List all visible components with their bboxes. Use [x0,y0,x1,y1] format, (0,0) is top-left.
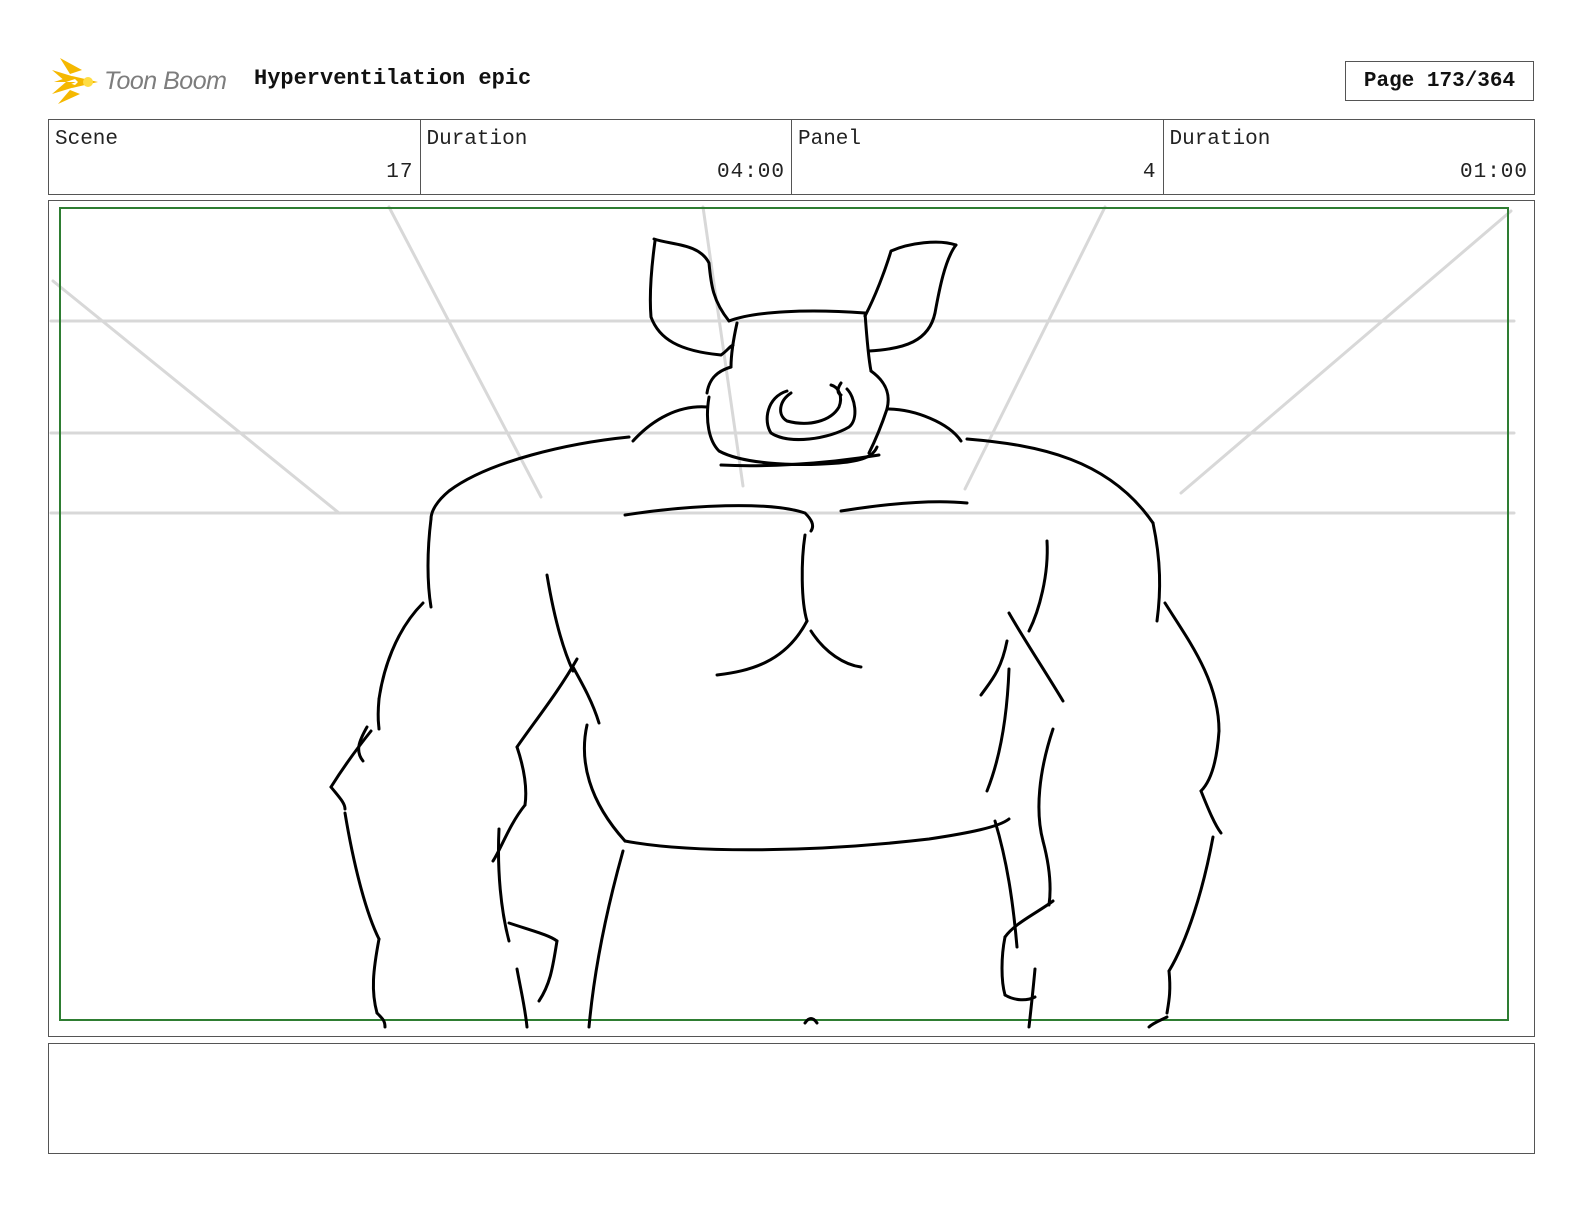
panel-value: 4 [1142,161,1157,184]
perspective-guides [49,205,1516,515]
toon-boom-logo: Toon Boom [52,56,238,106]
storyboard-panel [48,200,1535,1037]
logo-text: Toon Boom [104,66,227,95]
minotaur-sketch [329,237,1223,1029]
starburst-icon [52,58,98,104]
panel-duration-label: Duration [1169,128,1271,151]
scene-duration-value: 04:00 [716,161,785,184]
panel-cell: Panel 4 [792,120,1164,194]
page-indicator: Page 173/364 [1345,61,1534,101]
safe-frame [59,207,1509,1021]
scene-value: 17 [386,161,414,184]
scene-duration-cell: Duration 04:00 [421,120,792,194]
scene-cell: Scene 17 [49,120,421,194]
page-label: Page 173/364 [1363,69,1516,93]
panel-duration-value: 01:00 [1459,161,1528,184]
panel-sketch [49,205,1516,1029]
project-title: Hyperventilation epic [254,66,532,91]
info-row: Scene 17 Duration 04:00 Panel 4 Duration… [48,119,1535,195]
scene-duration-label: Duration [426,128,528,151]
panel-duration-cell: Duration 01:00 [1164,120,1535,194]
panel-label: Panel [798,128,862,151]
scene-label: Scene [55,128,119,151]
panel-notes-box [48,1043,1535,1154]
